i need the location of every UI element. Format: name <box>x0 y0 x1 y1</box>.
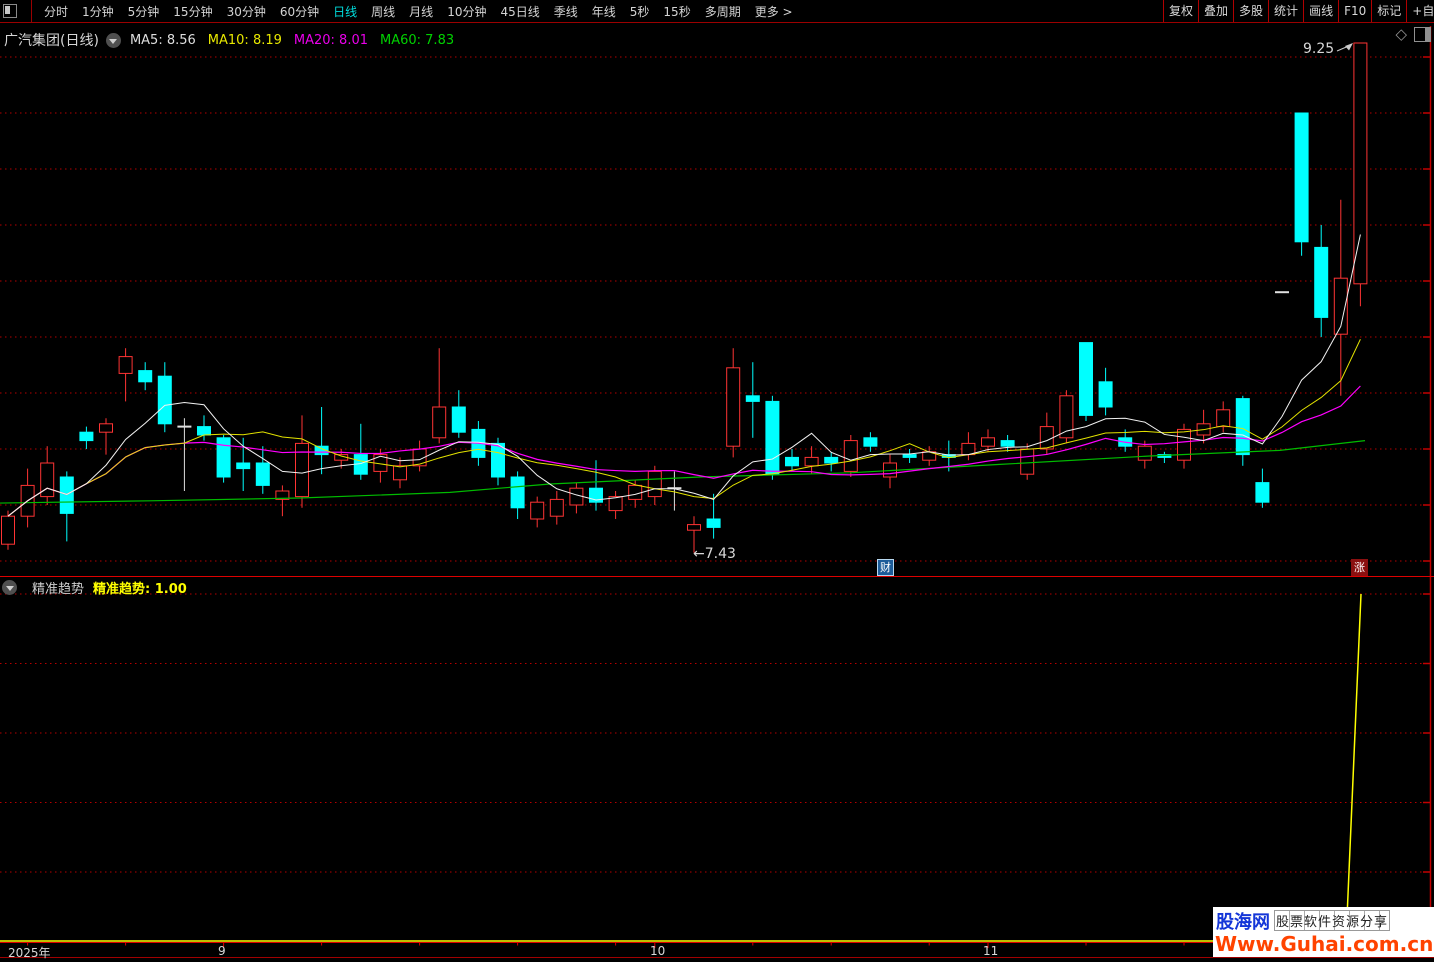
split-pane-icon[interactable] <box>1414 27 1431 42</box>
fuquan-button[interactable]: 复权 <box>1163 0 1198 22</box>
period-tab-60min[interactable]: 60分钟 <box>280 3 319 20</box>
diamond-icon[interactable]: ◇ <box>1395 27 1407 42</box>
ma60-legend: MA60: 7.83 <box>380 32 455 48</box>
event-flag-badge[interactable]: 财 <box>877 559 894 576</box>
period-tab-monthly[interactable]: 月线 <box>409 3 433 20</box>
diejia-button[interactable]: 叠加 <box>1198 0 1233 22</box>
period-tab-daily[interactable]: 日线 <box>333 3 357 20</box>
watermark-tagline: 股票软件资源分享 <box>1274 910 1391 931</box>
axis-month-label: 10 <box>650 944 666 958</box>
period-tab-quarter[interactable]: 季线 <box>554 3 578 20</box>
period-tab-15min[interactable]: 15分钟 <box>173 3 212 20</box>
period-tab-more[interactable]: 更多 > <box>755 3 793 20</box>
price-annotation: 9.25 <box>1303 41 1334 57</box>
indicator-name: 精准趋势 <box>32 581 85 597</box>
app-window: 分时 1分钟 5分钟 15分钟 30分钟 60分钟 日线 周线 月线 10分钟 … <box>0 0 1434 962</box>
period-tab-15sec[interactable]: 15秒 <box>663 3 690 20</box>
duogu-button[interactable]: 多股 <box>1233 0 1268 22</box>
period-tab-10min[interactable]: 10分钟 <box>447 3 486 20</box>
ma5-legend: MA5: 8.56 <box>129 32 196 48</box>
chart-corner-icons: ◇ <box>1395 27 1431 42</box>
watermark-site-name: 股海网 <box>1216 911 1270 933</box>
axis-month-label: 9 <box>218 944 226 958</box>
period-tab-1min[interactable]: 1分钟 <box>82 3 114 20</box>
price-annotation: ←7.43 <box>693 546 736 562</box>
period-tab-multi[interactable]: 多周期 <box>705 3 741 20</box>
ma20-legend: MA20: 8.01 <box>293 32 368 48</box>
axis-year-label: 2025年 <box>8 946 51 960</box>
window-icon[interactable] <box>3 4 17 18</box>
period-tab-5sec[interactable]: 5秒 <box>630 3 650 20</box>
tongji-button[interactable]: 统计 <box>1268 0 1303 22</box>
chart-title-row: 广汽集团(日线) MA5: 8.56 MA10: 8.19 MA20: 8.01… <box>0 25 1180 55</box>
f10-button[interactable]: F10 <box>1338 0 1371 22</box>
toolbar-right: 复权 叠加 多股 统计 画线 F10 标记 +自选 <box>1163 0 1434 22</box>
biaoji-button[interactable]: 标记 <box>1371 0 1406 22</box>
ma10-legend: MA10: 8.19 <box>207 32 282 48</box>
period-tab-45day[interactable]: 45日线 <box>500 3 539 20</box>
indicator-panel-title: 精准趋势 精准趋势: 1.00 <box>2 577 187 597</box>
indicator-value: 精准趋势: 1.00 <box>93 581 187 597</box>
period-menu-bar: 分时 1分钟 5分钟 15分钟 30分钟 60分钟 日线 周线 月线 10分钟 … <box>0 0 1434 23</box>
watermark: 股海网 股票软件资源分享 Www.Guhai.com.cn <box>1213 907 1434 957</box>
menu-divider <box>31 0 32 22</box>
stock-title: 广汽集团(日线) <box>4 33 99 49</box>
chevron-down-icon[interactable] <box>105 32 121 48</box>
period-tab-5min[interactable]: 5分钟 <box>128 3 160 20</box>
period-tab-fenshi[interactable]: 分时 <box>44 3 68 20</box>
add-watchlist-button[interactable]: +自选 <box>1406 0 1434 22</box>
axis-month-label: 11 <box>983 944 999 958</box>
event-flag-badge[interactable]: 涨 <box>1351 559 1368 576</box>
period-tab-30min[interactable]: 30分钟 <box>227 3 266 20</box>
candlestick-chart[interactable]: 9.25 ←7.43 <box>0 0 1434 962</box>
period-tab-yearly[interactable]: 年线 <box>592 3 616 20</box>
period-tab-weekly[interactable]: 周线 <box>371 3 395 20</box>
chevron-down-icon[interactable] <box>2 579 17 595</box>
huaxian-button[interactable]: 画线 <box>1303 0 1338 22</box>
watermark-url: Www.Guhai.com.cn <box>1215 932 1434 956</box>
